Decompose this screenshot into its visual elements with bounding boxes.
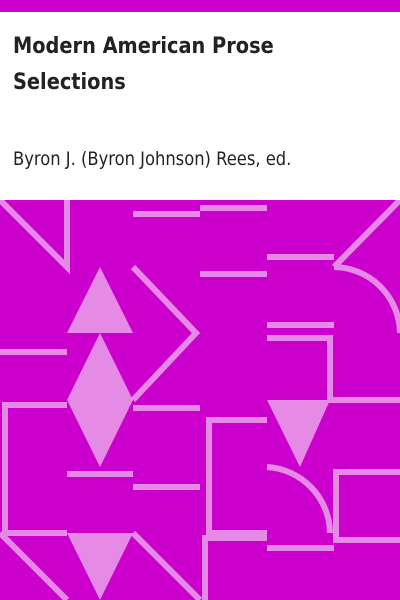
book-cover: Modern American Prose Selections Byron J… xyxy=(0,0,400,600)
top-color-bar xyxy=(0,0,400,12)
cover-pattern xyxy=(0,200,400,600)
book-title: Modern American Prose Selections xyxy=(13,33,274,95)
book-author: Byron J. (Byron Johnson) Rees, ed. xyxy=(13,148,292,170)
